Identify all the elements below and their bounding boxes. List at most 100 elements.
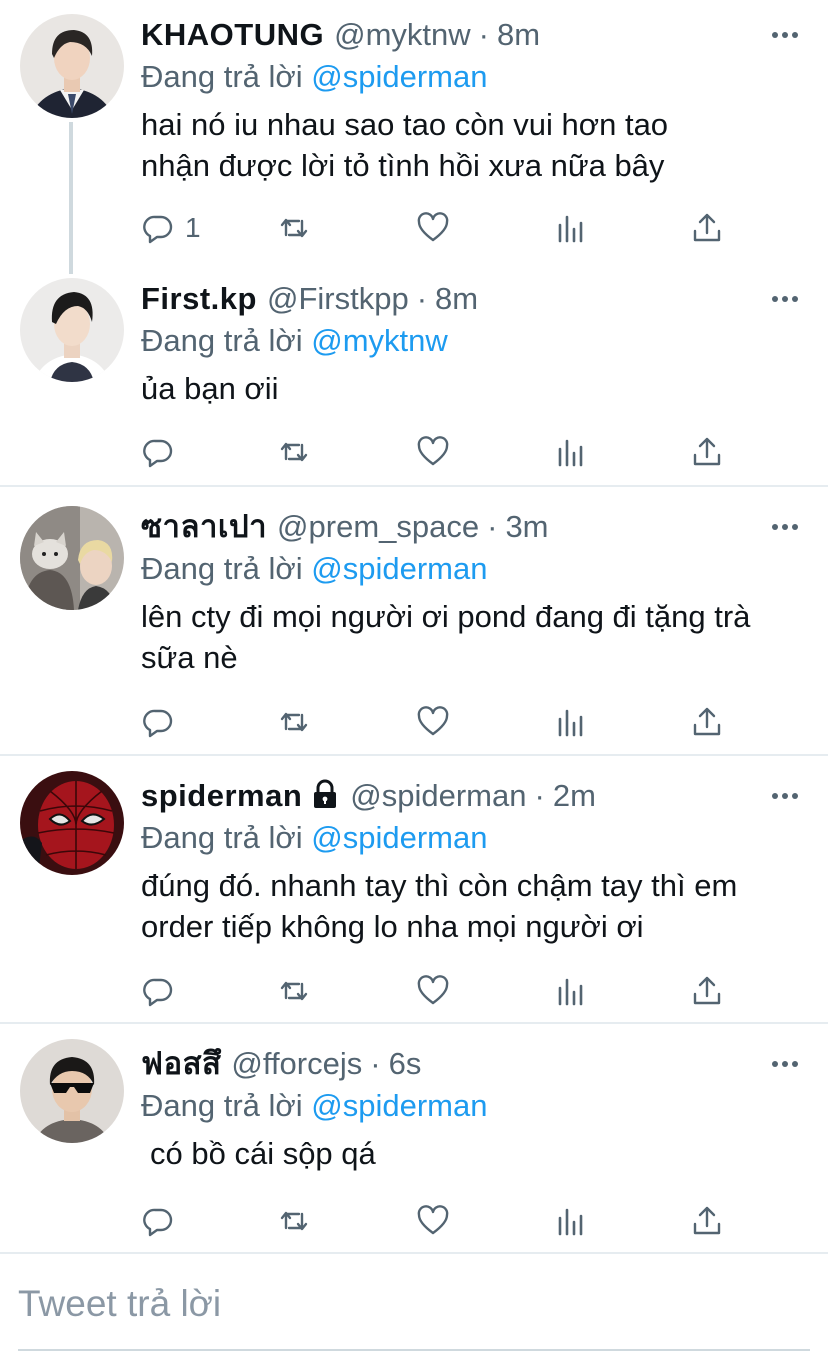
replying-to-label: Đang trả lời (141, 551, 303, 586)
reply-icon (143, 215, 173, 244)
replying-to-label: Đang trả lời (141, 59, 303, 94)
more-options-icon[interactable] (770, 781, 800, 811)
reply-button[interactable] (141, 432, 185, 472)
retweet-icon (280, 981, 308, 1001)
analytics-button[interactable] (554, 208, 588, 248)
retweet-icon (280, 1211, 308, 1231)
replying-to: Đang trả lời @myktnw (141, 320, 448, 362)
separator-dot: · (534, 778, 545, 813)
tweet-actions (141, 971, 741, 1011)
tweet[interactable]: KHAOTUNG @myktnw · 8m Đang trả lời @spiderm… (0, 14, 828, 274)
user-handle[interactable]: @spiderman (350, 778, 526, 813)
tweet-divider (0, 1022, 828, 1024)
analytics-button[interactable] (554, 971, 588, 1011)
timestamp[interactable]: 6s (389, 1046, 422, 1081)
share-icon (693, 976, 721, 1005)
replying-to: Đang trả lời @spiderman (141, 817, 487, 859)
timestamp[interactable]: 3m (505, 509, 548, 544)
like-button[interactable] (416, 1201, 450, 1241)
timestamp[interactable]: 8m (435, 281, 478, 316)
avatar[interactable] (20, 278, 124, 382)
retweet-button[interactable] (277, 208, 311, 248)
analytics-button[interactable] (554, 432, 588, 472)
reply-button[interactable]: 1 (141, 208, 201, 248)
retweet-button[interactable] (277, 1201, 311, 1241)
more-options-icon[interactable] (770, 284, 800, 314)
analytics-icon (558, 709, 583, 737)
separator-dot: · (416, 281, 428, 316)
reply-button[interactable] (141, 971, 185, 1011)
protected-lock-icon (314, 779, 337, 808)
display-name[interactable]: ฟอสสึ (141, 1046, 221, 1081)
timestamp[interactable]: 2m (553, 778, 596, 813)
like-button[interactable] (416, 432, 450, 472)
retweet-icon (280, 218, 308, 238)
reply-input[interactable] (18, 1281, 798, 1327)
more-options-icon[interactable] (770, 1049, 800, 1079)
analytics-button[interactable] (554, 1201, 588, 1241)
tweet[interactable]: ซาลาเปา @prem_space · 3m Đang trả lời @spid… (0, 506, 828, 738)
share-button[interactable] (690, 971, 724, 1011)
more-options-icon[interactable] (770, 512, 800, 542)
reply-button[interactable] (141, 702, 185, 742)
avatar[interactable] (20, 506, 124, 610)
share-button[interactable] (690, 208, 724, 248)
display-name[interactable]: spiderman (141, 778, 302, 813)
tweet[interactable]: spiderman @spiderman · 2m Đang trả lời @spi… (0, 771, 828, 1007)
tweet-header: ซาลาเปา @prem_space · 3m (141, 506, 549, 548)
reply-icon (143, 439, 173, 468)
tweet-actions: 1 (141, 208, 741, 248)
tweet-header: ฟอสสึ @fforcejs · 6s (141, 1043, 421, 1085)
share-icon (693, 1206, 721, 1235)
mention-link[interactable]: @spiderman (311, 1088, 487, 1123)
more-options-icon[interactable] (770, 20, 800, 50)
tweet-text: lên cty đi mọi người ơi pond đang đi tặn… (141, 599, 751, 675)
like-button[interactable] (416, 208, 450, 248)
share-button[interactable] (690, 432, 724, 472)
display-name[interactable]: First.kp (141, 281, 257, 316)
avatar[interactable] (20, 14, 124, 118)
user-handle[interactable]: @Firstkpp (267, 281, 409, 316)
mention-link[interactable]: @spiderman (311, 59, 487, 94)
heart-icon (417, 436, 449, 466)
analytics-icon (558, 1208, 583, 1236)
tweet-divider (0, 1252, 828, 1254)
timestamp[interactable]: 8m (497, 17, 540, 52)
retweet-icon (280, 442, 308, 462)
tweet-text: ủa bạn ơii (141, 371, 279, 406)
mention-link[interactable]: @spiderman (311, 551, 487, 586)
tweet-text: có bồ cái sộp qá (150, 1136, 376, 1171)
user-handle[interactable]: @fforcejs (231, 1046, 362, 1081)
replying-to: Đang trả lời @spiderman (141, 56, 487, 98)
mention-link[interactable]: @spiderman (311, 820, 487, 855)
tweet-divider (0, 485, 828, 487)
share-button[interactable] (690, 702, 724, 742)
retweet-button[interactable] (277, 702, 311, 742)
like-button[interactable] (416, 971, 450, 1011)
retweet-button[interactable] (277, 971, 311, 1011)
reply-button[interactable] (141, 1201, 185, 1241)
avatar[interactable] (20, 771, 124, 875)
display-name[interactable]: KHAOTUNG (141, 17, 324, 52)
tweet-text: đúng đó. nhanh tay thì còn chậm tay thì … (141, 868, 738, 944)
avatar[interactable] (20, 1039, 124, 1143)
retweet-icon (280, 712, 308, 732)
reply-icon (143, 1208, 173, 1237)
heart-icon (417, 212, 449, 242)
share-icon (693, 213, 721, 242)
analytics-button[interactable] (554, 702, 588, 742)
user-handle[interactable]: @prem_space (277, 509, 479, 544)
tweet-header: First.kp @Firstkpp · 8m (141, 278, 478, 320)
tweet-text: hai nó iu nhau sao tao còn vui hơn tao n… (141, 107, 669, 183)
like-button[interactable] (416, 702, 450, 742)
user-handle[interactable]: @myktnw (334, 17, 471, 52)
mention-link[interactable]: @myktnw (311, 323, 448, 358)
tweet[interactable]: ฟอสสึ @fforcejs · 6s Đang trả lời @spiderma… (0, 1039, 828, 1243)
share-button[interactable] (690, 1201, 724, 1241)
tweet[interactable]: First.kp @Firstkpp · 8m Đang trả lời @myktn… (0, 278, 828, 468)
retweet-button[interactable] (277, 432, 311, 472)
reply-composer (0, 1256, 828, 1356)
reply-count: 1 (185, 212, 201, 243)
tweet-header: KHAOTUNG @myktnw · 8m (141, 14, 540, 56)
display-name[interactable]: ซาลาเปา (141, 509, 267, 544)
